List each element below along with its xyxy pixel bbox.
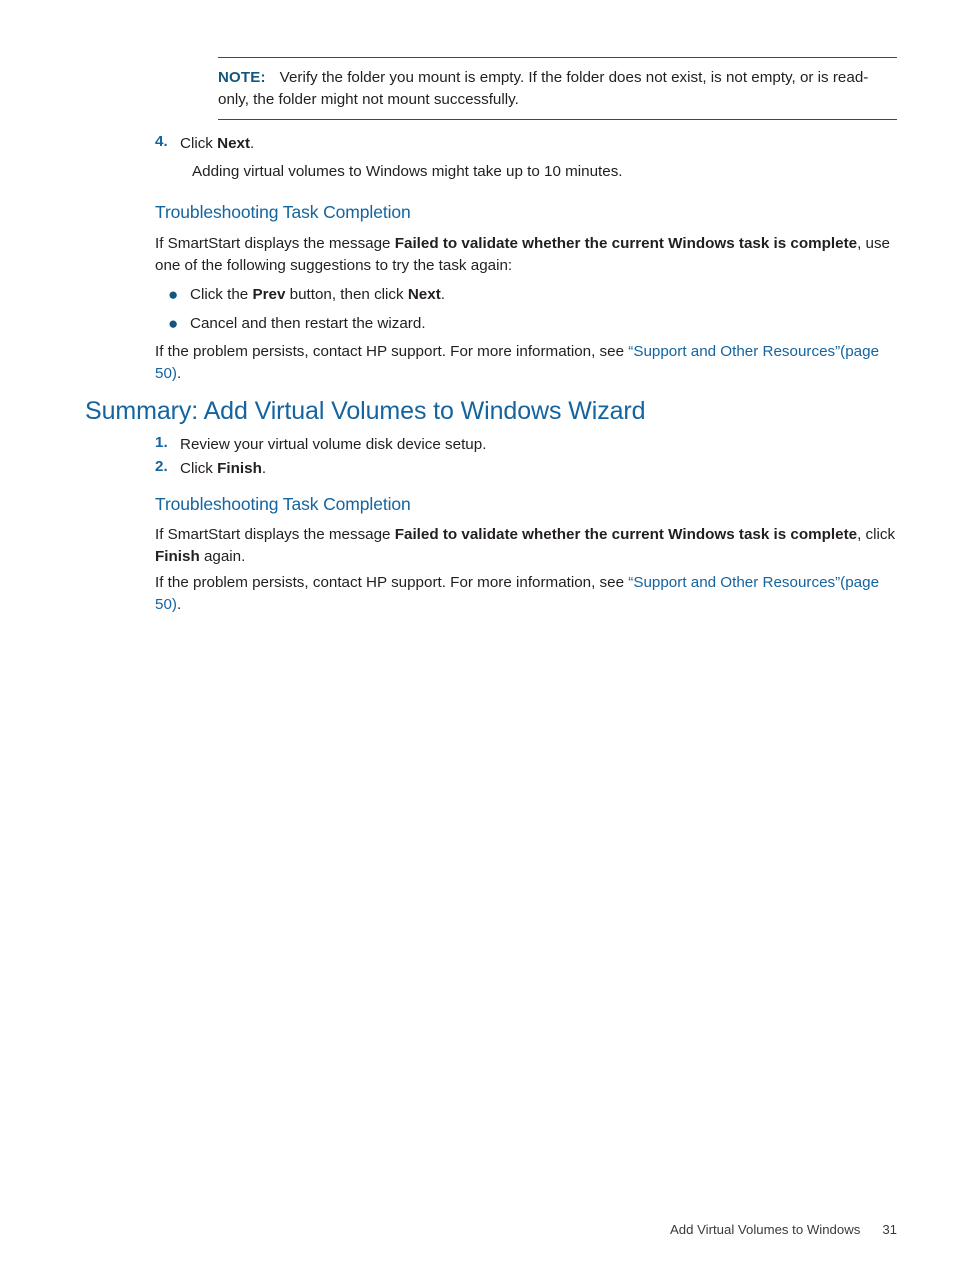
footer-chapter-title: Add Virtual Volumes to Windows	[669, 1222, 861, 1237]
step-4-detail: Adding virtual volumes to Windows might …	[192, 163, 623, 180]
list-item: ● Cancel and then restart the wizard.	[160, 313, 890, 335]
troubleshooting-2-persist: If the problem persists, contact HP supp…	[155, 572, 900, 615]
note-admonition: NOTE: Verify the folder you mount is empt…	[218, 57, 897, 120]
persist-trail: .	[176, 595, 182, 613]
intro-bold: Failed to validate whether the current W…	[394, 235, 858, 252]
document-page: NOTE: Verify the folder you mount is empt…	[0, 0, 954, 1271]
step-number: 1.	[155, 434, 168, 451]
bullet-lead: Click the	[190, 286, 253, 303]
footer-page-number: 31	[882, 1222, 897, 1237]
troubleshooting-1-persist: If the problem persists, contact HP supp…	[155, 341, 900, 384]
intro-lead: If SmartStart displays the message	[155, 235, 395, 252]
bullet-icon: ●	[168, 314, 179, 333]
step-text-lead: Click	[180, 460, 218, 477]
heading-troubleshooting-1: Troubleshooting Task Completion	[155, 202, 411, 222]
note-text: Verify the folder you mount is empty. If…	[218, 69, 869, 108]
step-item-4: 4. Click Next.	[155, 133, 895, 155]
bullet-mid: button, then click	[285, 286, 408, 303]
persist-lead: If the problem persists, contact HP supp…	[155, 343, 629, 360]
link-support-and-other-resources[interactable]: “Support and Other Resources”	[628, 343, 840, 360]
intro-bold-finish: Finish	[155, 547, 200, 565]
page-title-summary: Summary: Add Virtual Volumes to Windows …	[85, 397, 646, 425]
link-support-and-other-resources[interactable]: “Support and Other Resources”	[628, 574, 840, 591]
troubleshooting-2-intro: If SmartStart displays the message Faile…	[155, 524, 897, 567]
bullet-text: Click the Prev button, then click Next.	[190, 284, 445, 306]
intro-trail: again.	[199, 547, 246, 565]
page-footer: Add Virtual Volumes to Windows 31	[0, 1222, 954, 1237]
bullet-icon: ●	[168, 285, 179, 304]
step-text-trail: .	[250, 135, 255, 152]
bullet-trail: .	[440, 286, 445, 303]
step-number: 4.	[155, 133, 168, 150]
troubleshooting-1-intro: If SmartStart displays the message Faile…	[155, 233, 897, 276]
note-label: NOTE:	[218, 69, 266, 86]
summary-step-2: 2. Click Finish.	[155, 458, 895, 480]
list-item: ● Click the Prev button, then click Next…	[160, 284, 890, 306]
step-text: Click Next.	[180, 133, 254, 155]
step-text: Review your virtual volume disk device s…	[180, 436, 487, 453]
step-text-bold: Finish	[217, 460, 262, 477]
persist-lead: If the problem persists, contact HP supp…	[155, 574, 629, 591]
intro-bold: Failed to validate whether the current W…	[394, 526, 858, 543]
persist-trail: .	[176, 364, 182, 382]
heading-troubleshooting-2: Troubleshooting Task Completion	[155, 494, 411, 514]
intro-lead: If SmartStart displays the message	[155, 526, 395, 543]
intro-mid: , click	[857, 526, 896, 543]
bullet-bold-next: Next	[407, 286, 441, 303]
bullet-bold-prev: Prev	[252, 286, 286, 303]
bullet-text: Cancel and then restart the wizard.	[190, 315, 426, 332]
step-number: 2.	[155, 458, 168, 475]
summary-step-1: 1. Review your virtual volume disk devic…	[155, 434, 895, 456]
step-text-trail: .	[261, 460, 267, 477]
step-text-lead: Click	[180, 135, 218, 152]
step-text-bold: Next	[217, 135, 251, 152]
step-text: Click Finish.	[180, 458, 266, 480]
